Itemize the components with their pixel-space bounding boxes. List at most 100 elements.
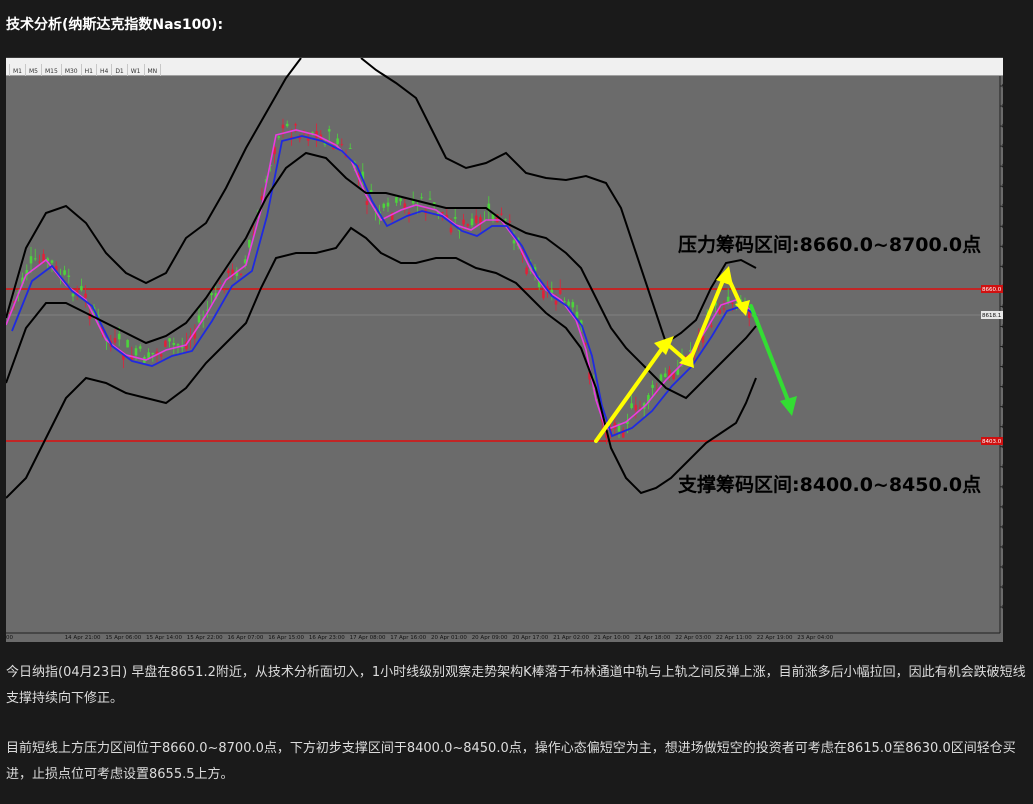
candle-body	[726, 296, 730, 302]
price-tag-support: 8403.0	[982, 439, 1002, 445]
page-title: 技术分析(纳斯达克指数Nas100):	[6, 17, 224, 33]
candle-body	[710, 325, 713, 327]
candle-body	[29, 256, 33, 264]
y-tick-label: 8474.0	[1002, 384, 1003, 391]
candle-body	[571, 302, 575, 308]
y-tick-label: 8939.0	[1002, 123, 1003, 130]
candle-body	[466, 224, 470, 227]
candle-body	[80, 286, 83, 291]
candle-body	[504, 219, 507, 221]
y-tick-label: 8510.0	[1002, 364, 1003, 371]
x-tick-label: 21 Apr 02:00	[553, 635, 589, 641]
candle-body	[453, 217, 457, 219]
candle-body	[134, 348, 138, 356]
candle-body	[558, 289, 562, 294]
candle-body	[340, 144, 344, 146]
x-tick-label: 20 Apr 01:00	[431, 635, 467, 641]
candle-body	[382, 203, 386, 208]
x-tick-label: 22 Apr 19:00	[757, 635, 793, 641]
x-tick-label: 22 Apr 03:00	[675, 635, 711, 641]
candle-body	[218, 283, 222, 285]
candle-body	[71, 293, 75, 297]
candle-body	[84, 293, 87, 298]
candle-body	[567, 301, 570, 306]
candle-body	[365, 200, 369, 205]
candle-body	[176, 344, 180, 346]
candle-body	[172, 342, 176, 345]
candle-body	[164, 340, 167, 347]
candle-body	[239, 273, 243, 275]
y-tick-label: 8760.0	[1002, 223, 1003, 230]
x-tick-label: 16 Apr 07:00	[228, 635, 264, 641]
y-tick-label: 8689.0	[1002, 263, 1003, 270]
candle-body	[117, 333, 121, 340]
candle-body	[428, 198, 432, 200]
candle-body	[294, 124, 297, 126]
candle-body	[508, 221, 512, 223]
y-tick-label: 8796.0	[1002, 203, 1003, 210]
y-tick-label: 8581.0	[1002, 323, 1003, 330]
candle-body	[449, 227, 453, 233]
x-tick-label: 15 Apr 14:00	[146, 635, 182, 641]
y-tick-label: 8116.0	[1002, 584, 1003, 591]
y-tick-label: 8868.0	[1002, 163, 1003, 170]
candle-body	[542, 290, 545, 299]
candle-body	[138, 346, 142, 349]
y-tick-label: 8903.0	[1002, 143, 1003, 150]
candle-body	[395, 197, 398, 203]
candle-body	[210, 293, 213, 296]
y-tick-label: 8188.0	[1002, 544, 1003, 551]
x-tick-label: 14 Apr 21:00	[65, 635, 101, 641]
x-tick-label: 16 Apr 15:00	[268, 635, 304, 641]
y-tick-label: 8724.0	[1002, 243, 1003, 250]
candle-body	[659, 374, 663, 381]
candle-body	[663, 373, 667, 378]
candle-body	[67, 275, 71, 277]
y-tick-label: 8152.0	[1002, 564, 1003, 571]
price-chart: M1M5M15M30H1H4D1W1MN 9011.08975.08939.08…	[6, 57, 1003, 642]
candle-body	[462, 219, 465, 225]
y-tick-label: 8403.0	[1002, 424, 1003, 431]
y-tick-label: 8081.0	[1002, 604, 1003, 611]
x-tick-label: 20 Apr 09:00	[472, 635, 508, 641]
y-tick-label: 8546.0	[1002, 344, 1003, 351]
price-tag-current: 8618.1	[982, 313, 1001, 319]
y-tick-label: 8295.0	[1002, 484, 1003, 491]
x-tick-label: 22 Apr 11:00	[716, 635, 752, 641]
x-tick-label: 15 Apr 22:00	[187, 635, 223, 641]
candle-body	[126, 340, 129, 348]
candle-body	[168, 338, 171, 342]
candle-body	[386, 202, 390, 207]
x-tick-label: 16 Apr 23:00	[309, 635, 345, 641]
candle-body	[500, 213, 503, 215]
candle-body	[277, 136, 281, 138]
x-tick-label: 20 Apr 17:00	[512, 635, 548, 641]
candle-body	[63, 270, 66, 275]
x-tick-label: 15 Apr 06:00	[105, 635, 141, 641]
candle-body	[630, 403, 633, 408]
plot-area	[6, 76, 1003, 642]
y-tick-label: 8331.0	[1002, 464, 1003, 471]
x-tick-label: 00	[6, 635, 13, 641]
candle-body	[554, 300, 558, 305]
y-tick-label: 8832.0	[1002, 183, 1003, 190]
candle-body	[327, 129, 331, 132]
candle-body	[33, 258, 37, 260]
chart-canvas: 9011.0 8975.0 8939.0 8903.0 8868.0 8832.0 8796…	[6, 58, 1003, 642]
candle-body	[399, 198, 402, 202]
analysis-paragraph-1: 今日纳指(04月23日) 早盘在8651.2附近，从技术分析面切入，1小时线级别…	[6, 665, 1026, 706]
candle-body	[285, 123, 289, 127]
candle-body	[38, 261, 41, 263]
candle-body	[222, 289, 226, 291]
y-tick-label: 8259.0	[1002, 504, 1003, 511]
candle-body	[722, 308, 726, 310]
resistance-annotation: 压力筹码区间:8660.0~8700.0点	[678, 233, 981, 256]
candle-body	[470, 218, 474, 226]
candle-body	[634, 404, 638, 411]
candle-body	[151, 352, 155, 355]
support-annotation: 支撑筹码区间:8400.0~8450.0点	[677, 473, 981, 496]
price-tag-resistance: 8660.0	[982, 287, 1002, 293]
candle-body	[731, 302, 734, 304]
candle-body	[227, 270, 230, 274]
y-tick-label: 9011.0	[1002, 83, 1003, 90]
